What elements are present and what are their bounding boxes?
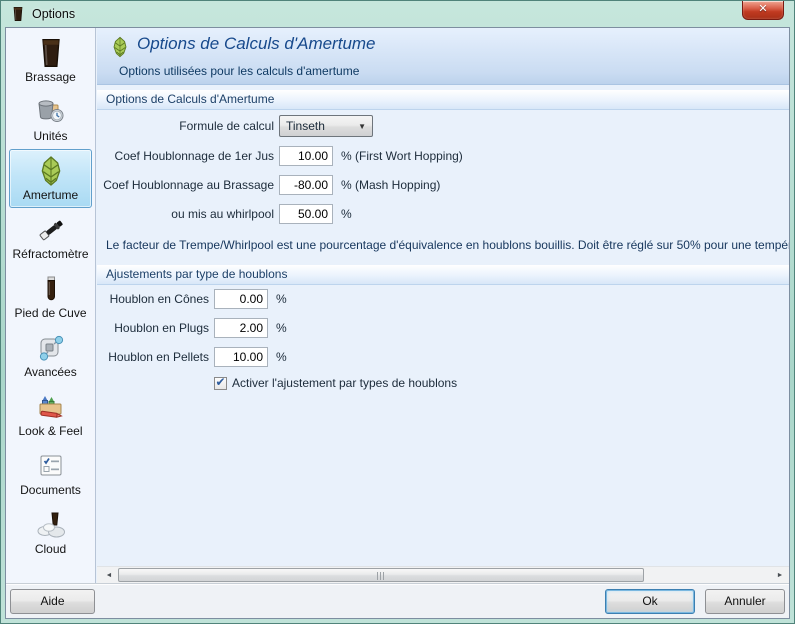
mash-input[interactable] (279, 175, 333, 195)
vial-icon (35, 273, 67, 305)
fwh-input[interactable] (279, 146, 333, 166)
sidebar-item-label: Cloud (35, 542, 66, 556)
sidebar-item-avancees[interactable]: Avancées (9, 326, 92, 385)
mash-label: Coef Houblonnage au Brassage (97, 178, 274, 192)
app-beer-glass-icon (10, 6, 26, 22)
page-subtitle: Options utilisées pour les calculs d'ame… (119, 64, 359, 78)
whirlpool-label: ou mis au whirlpool (97, 207, 274, 221)
scroll-left-icon: ◄ (106, 572, 113, 579)
cancel-button[interactable]: Annuler (705, 589, 785, 614)
scroll-left-button[interactable]: ◄ (101, 567, 117, 583)
fwh-suffix: % (First Wort Hopping) (341, 149, 463, 163)
check-icon: ✔ (215, 377, 225, 387)
advanced-pad-icon (35, 332, 67, 364)
sidebar-item-label: Pied de Cuve (14, 306, 86, 320)
formula-label: Formule de calcul (97, 119, 274, 133)
scrollbar-thumb[interactable] (118, 568, 644, 582)
section-header-hop-types: Ajustements par type de houblons (97, 265, 789, 285)
sidebar-item-label: Brassage (25, 70, 76, 84)
document-check-icon (35, 450, 67, 482)
sidebar-item-label: Avancées (24, 365, 76, 379)
formula-select[interactable]: Tinseth ▼ (279, 115, 373, 137)
whirlpool-note: Le facteur de Trempe/Whirlpool est une p… (106, 238, 789, 252)
plugs-input[interactable] (214, 318, 268, 338)
crayons-icon (35, 391, 67, 423)
pellets-label: Houblon en Pellets (97, 350, 209, 364)
scroll-right-button[interactable]: ► (772, 567, 788, 583)
cones-suffix: % (276, 292, 287, 306)
section-header-bitterness: Options de Calculs d'Amertume (97, 90, 789, 110)
close-icon: ✕ (758, 3, 767, 15)
sidebar-item-label: Unités (33, 129, 67, 143)
close-button[interactable]: ✕ (742, 1, 784, 20)
dialog-footer: Aide Ok Annuler (6, 583, 789, 618)
sidebar-item-brassage[interactable]: Brassage (9, 31, 92, 90)
titlebar[interactable]: Options ✕ (1, 1, 794, 27)
sidebar-item-label: Amertume (23, 188, 78, 202)
options-dialog: Brassage Unités Amertume Réfractomètre P (5, 27, 790, 619)
sidebar-item-label: Réfractomètre (12, 247, 88, 261)
sidebar-item-unites[interactable]: Unités (9, 90, 92, 149)
formula-selected-value: Tinseth (286, 119, 325, 133)
fwh-label: Coef Houblonnage de 1er Jus (97, 149, 274, 163)
options-form: Options de Calculs d'Amertume Formule de… (97, 86, 789, 566)
scroll-right-icon: ► (777, 572, 784, 579)
sidebar-item-label: Look & Feel (18, 424, 82, 438)
horizontal-scrollbar[interactable]: ◄ ► (97, 566, 789, 583)
hop-adjust-checkbox-label: Activer l'ajustement par types de houblo… (232, 376, 457, 390)
beer-glass-icon (35, 37, 67, 69)
sidebar-item-cloud[interactable]: Cloud (9, 503, 92, 562)
whirlpool-input[interactable] (279, 204, 333, 224)
sidebar-item-amertume[interactable]: Amertume (9, 149, 92, 208)
main-panel: Options de Calculs d'Amertume Options ut… (97, 28, 789, 583)
options-window: Options ✕ Brassage Unités Amertume (0, 0, 795, 624)
pellets-input[interactable] (214, 347, 268, 367)
hop-cone-icon (109, 35, 131, 59)
help-button[interactable]: Aide (10, 589, 95, 614)
hop-cone-icon (35, 155, 67, 187)
plugs-suffix: % (276, 321, 287, 335)
window-title: Options (32, 7, 75, 21)
whirlpool-suffix: % (341, 207, 352, 221)
units-bucket-clock-icon (35, 96, 67, 128)
cones-input[interactable] (214, 289, 268, 309)
category-sidebar: Brassage Unités Amertume Réfractomètre P (6, 28, 96, 583)
cloud-beer-icon (35, 509, 67, 541)
plugs-label: Houblon en Plugs (97, 321, 209, 335)
mash-suffix: % (Mash Hopping) (341, 178, 440, 192)
page-title: Options de Calculs d'Amertume (137, 34, 376, 54)
dialog-body: Brassage Unités Amertume Réfractomètre P (6, 28, 789, 583)
hop-adjust-checkbox[interactable]: ✔ (214, 377, 227, 390)
sidebar-item-pied-de-cuve[interactable]: Pied de Cuve (9, 267, 92, 326)
sidebar-item-label: Documents (20, 483, 81, 497)
ok-button[interactable]: Ok (605, 589, 695, 614)
chevron-down-icon: ▼ (358, 122, 366, 131)
refractometer-icon (35, 214, 67, 246)
sidebar-item-refractometre[interactable]: Réfractomètre (9, 208, 92, 267)
pellets-suffix: % (276, 350, 287, 364)
cones-label: Houblon en Cônes (97, 292, 209, 306)
sidebar-item-documents[interactable]: Documents (9, 444, 92, 503)
page-header: Options de Calculs d'Amertume Options ut… (97, 28, 789, 85)
sidebar-item-look-and-feel[interactable]: Look & Feel (9, 385, 92, 444)
